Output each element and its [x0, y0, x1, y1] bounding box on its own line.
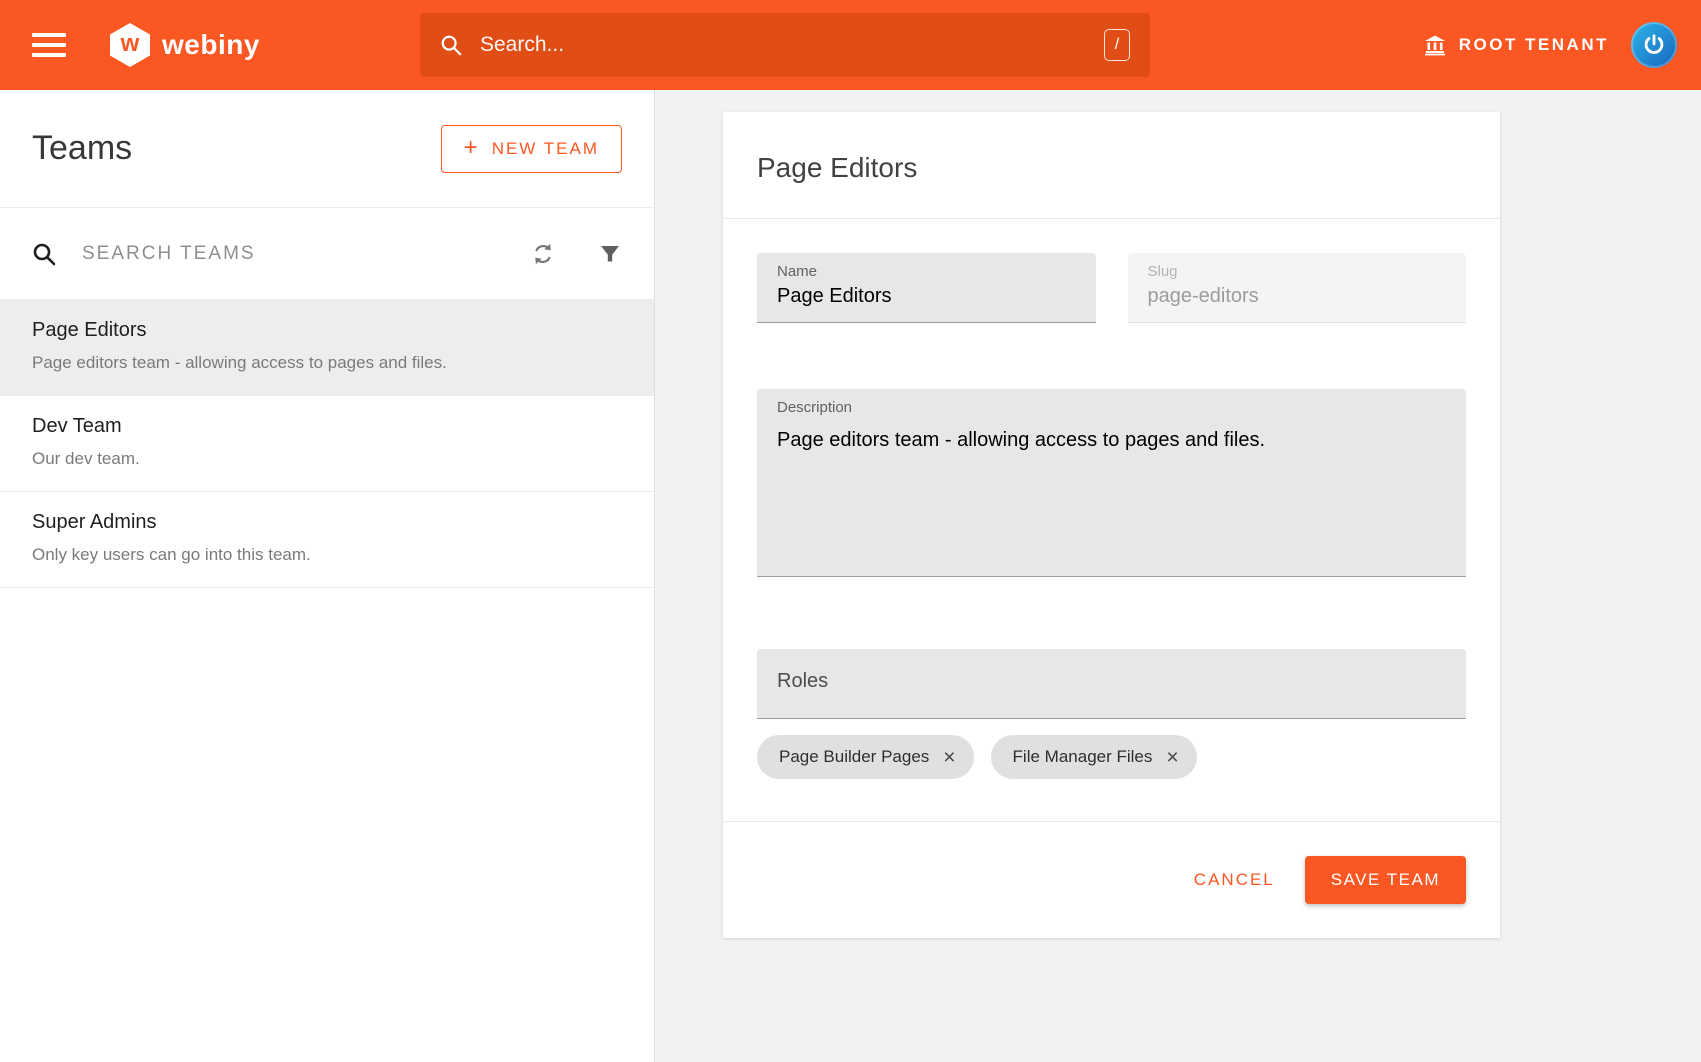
description-field-label: Description: [777, 399, 1446, 416]
team-description: Our dev team.: [32, 449, 622, 469]
roles-field-label: Roles: [777, 670, 828, 693]
name-slug-row: Name Slug: [757, 253, 1466, 323]
cancel-button[interactable]: CANCEL: [1194, 870, 1275, 890]
role-chip: File Manager Files ×: [991, 735, 1197, 779]
slash-shortcut-badge: /: [1104, 29, 1130, 61]
description-field[interactable]: Description Page editors team - allowing…: [757, 389, 1466, 577]
name-field-label: Name: [777, 263, 1076, 280]
detail-title: Page Editors: [757, 152, 1466, 184]
slug-field: Slug: [1128, 253, 1467, 323]
top-bar-right: ROOT TENANT: [1150, 22, 1701, 68]
user-avatar[interactable]: [1631, 22, 1677, 68]
card-footer: CANCEL SAVE TEAM: [723, 821, 1500, 938]
card-body: Name Slug Description Page editors team …: [723, 219, 1500, 821]
page-title: Teams: [32, 129, 132, 168]
teams-panel-header: Teams + NEW TEAM: [0, 90, 654, 208]
plus-icon: +: [464, 134, 480, 162]
tenant-label: ROOT TENANT: [1459, 35, 1609, 55]
detail-area: Page Editors Name Slug Description Page …: [655, 90, 1701, 1062]
team-list: Page Editors Page editors team - allowin…: [0, 300, 654, 588]
filter-button[interactable]: [598, 242, 622, 266]
close-icon[interactable]: ×: [1166, 747, 1178, 768]
slug-field-label: Slug: [1148, 263, 1447, 280]
filter-icon: [598, 242, 622, 266]
team-list-item[interactable]: Page Editors Page editors team - allowin…: [0, 300, 654, 396]
roles-field[interactable]: Roles: [757, 649, 1466, 719]
teams-search-bar: [0, 208, 654, 300]
teams-search-input[interactable]: [82, 243, 530, 265]
main-content: Teams + NEW TEAM: [0, 90, 1701, 1062]
menu-icon[interactable]: [32, 33, 66, 57]
team-name: Dev Team: [32, 415, 622, 438]
team-name: Page Editors: [32, 319, 622, 342]
close-icon[interactable]: ×: [943, 747, 955, 768]
slug-input: [1148, 285, 1447, 308]
webiny-logo[interactable]: w webiny: [110, 23, 260, 67]
role-chip-label: File Manager Files: [1013, 747, 1153, 767]
role-chips: Page Builder Pages × File Manager Files …: [757, 735, 1466, 779]
save-team-button[interactable]: SAVE TEAM: [1305, 856, 1466, 904]
logo-hexagon-icon: w: [110, 23, 150, 67]
bank-icon: [1423, 33, 1447, 57]
power-icon: [1641, 32, 1667, 58]
logo-initial: w: [121, 30, 140, 58]
search-icon: [32, 242, 56, 266]
description-textarea[interactable]: Page editors team - allowing access to p…: [777, 429, 1446, 557]
card-title-row: Page Editors: [723, 112, 1500, 219]
refresh-button[interactable]: [530, 241, 556, 267]
refresh-icon: [530, 241, 556, 267]
name-input[interactable]: [777, 285, 1076, 308]
global-search-input[interactable]: [480, 33, 1104, 57]
global-search[interactable]: /: [420, 13, 1150, 77]
role-chip-label: Page Builder Pages: [779, 747, 929, 767]
team-detail-card: Page Editors Name Slug Description Page …: [723, 112, 1500, 938]
brand-name: webiny: [162, 29, 260, 61]
team-list-item[interactable]: Dev Team Our dev team.: [0, 396, 654, 492]
name-field[interactable]: Name: [757, 253, 1096, 323]
teams-panel: Teams + NEW TEAM: [0, 90, 655, 1062]
top-bar-left: w webiny: [0, 23, 420, 67]
new-team-button[interactable]: + NEW TEAM: [441, 125, 622, 173]
team-name: Super Admins: [32, 511, 622, 534]
team-list-item[interactable]: Super Admins Only key users can go into …: [0, 492, 654, 588]
team-description: Page editors team - allowing access to p…: [32, 353, 622, 373]
top-bar: w webiny / ROOT TENANT: [0, 0, 1701, 90]
tenant-selector[interactable]: ROOT TENANT: [1423, 33, 1609, 57]
team-description: Only key users can go into this team.: [32, 545, 622, 565]
role-chip: Page Builder Pages ×: [757, 735, 974, 779]
search-icon: [440, 34, 462, 56]
new-team-button-label: NEW TEAM: [492, 139, 599, 159]
